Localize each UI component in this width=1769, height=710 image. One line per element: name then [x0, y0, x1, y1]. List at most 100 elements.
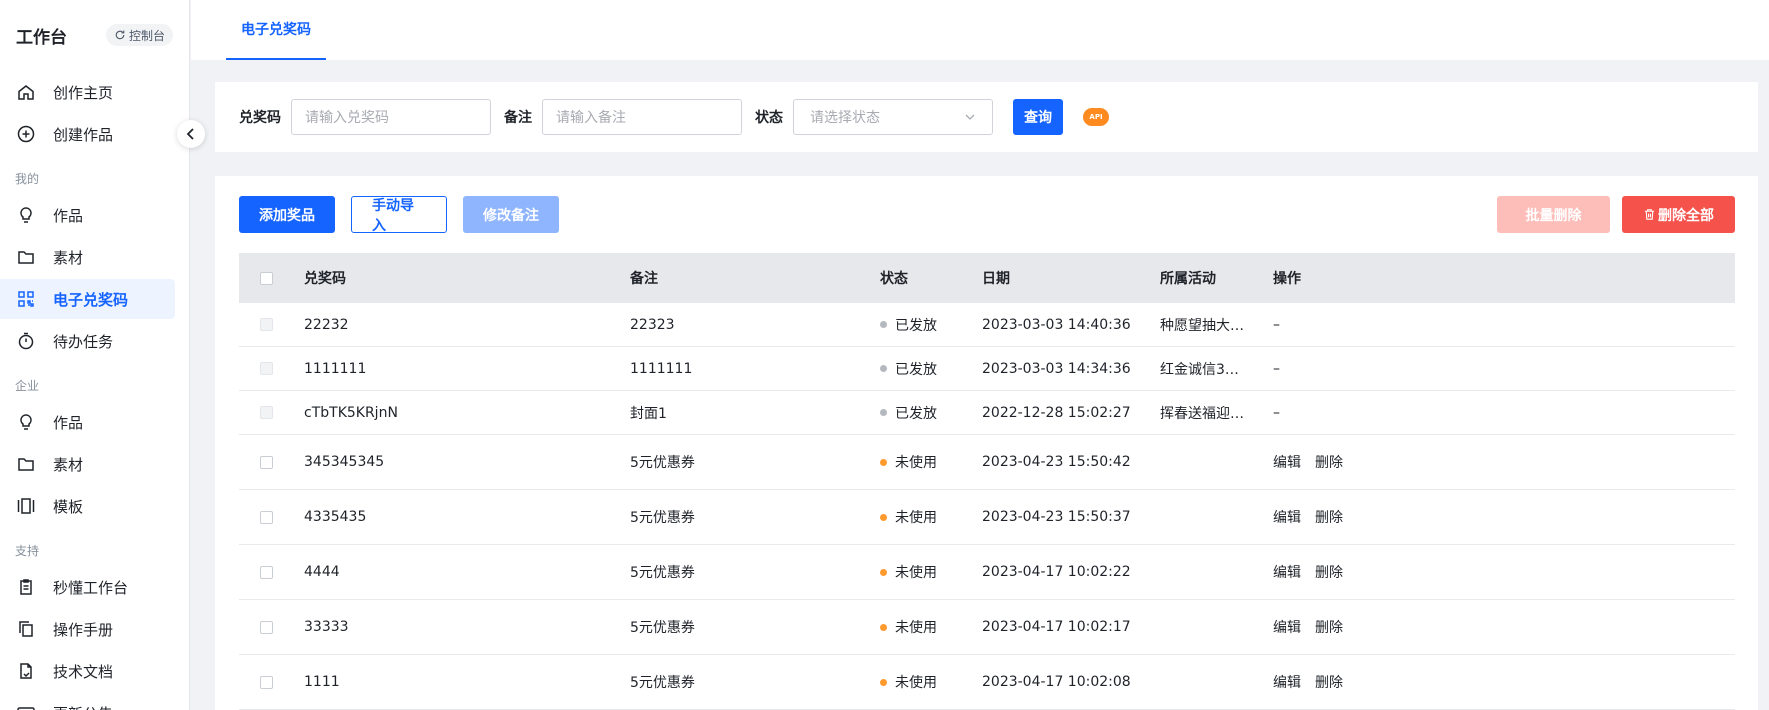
sidebar-item-top-0[interactable]: 创作主页 — [0, 72, 175, 112]
status-select[interactable]: 请选择状态 — [793, 99, 993, 135]
table-row: 1111111 1111111 已发放 2023-03-03 14:34:36 红金诚信… — [239, 347, 1735, 391]
query-button[interactable]: 查询 — [1013, 99, 1063, 135]
sidebar-group-enterprise: 企业 — [15, 379, 40, 393]
status-dot — [880, 568, 887, 576]
cell-note: 1111111 — [630, 360, 693, 377]
row-checkbox — [260, 362, 273, 375]
cell-status: 已发放 — [880, 359, 982, 379]
api-icon[interactable]: API — [1083, 108, 1109, 126]
console-button[interactable]: 控制台 — [105, 24, 173, 46]
refresh-icon — [115, 30, 125, 40]
edit-link[interactable]: 编辑 — [1273, 617, 1301, 637]
cell-activity: 红金诚信3… — [1160, 361, 1239, 378]
row-checkbox[interactable] — [260, 565, 273, 579]
redeem-code-card: 添加奖品 手动导入 修改备注 批量删除 删除全部 兑奖码 备注 状态 日期 所属… — [215, 176, 1758, 710]
edit-link[interactable]: 编辑 — [1273, 672, 1301, 692]
sidebar-item-enterprise-1[interactable]: 素材 — [0, 444, 175, 484]
status-dot — [880, 623, 887, 631]
cell-note: 5元优惠券 — [630, 510, 695, 526]
status-dot — [880, 365, 887, 372]
template-icon — [16, 496, 36, 516]
edit-link[interactable]: 编辑 — [1273, 452, 1301, 472]
timer-icon — [16, 331, 36, 351]
sidebar-item-label: 电子兑奖码 — [53, 290, 129, 309]
sidebar-item-mine-2[interactable]: 电子兑奖码 — [0, 279, 175, 319]
qrcode-icon — [16, 289, 36, 309]
sidebar-item-label: 更新公告 — [53, 703, 113, 710]
collapse-sidebar-button[interactable] — [177, 120, 205, 148]
code-filter-label: 兑奖码 — [239, 110, 281, 126]
sidebar-item-support-0[interactable]: 秒懂工作台 — [0, 567, 175, 607]
manual-import-button[interactable]: 手动导入 — [351, 196, 447, 234]
sidebar-item-support-1[interactable]: 操作手册 — [0, 609, 175, 649]
sidebar-item-mine-0[interactable]: 作品 — [0, 195, 175, 235]
table-row: cTbTK5KRjnN 封面1 已发放 2022-12-28 15:02:27 挥春送福… — [239, 391, 1735, 435]
delete-link[interactable]: 删除 — [1315, 452, 1343, 472]
doc-icon — [16, 661, 36, 681]
header-status: 状态 — [880, 271, 908, 287]
batch-delete-button[interactable]: 批量删除 — [1497, 196, 1610, 233]
sidebar-title: 工作台 — [16, 27, 67, 48]
delete-link[interactable]: 删除 — [1315, 507, 1343, 527]
header-activity: 所属活动 — [1160, 271, 1216, 287]
cell-status: 未使用 — [880, 507, 982, 527]
add-circle-icon — [16, 124, 36, 144]
delete-link[interactable]: 删除 — [1315, 562, 1343, 582]
sidebar-item-label: 操作手册 — [53, 620, 114, 639]
cell-date: 2023-04-23 15:50:42 — [982, 454, 1131, 470]
code-search-input[interactable]: 请输入兑奖码 — [291, 99, 491, 135]
header-note: 备注 — [630, 271, 658, 287]
cell-code: 33333 — [304, 619, 349, 635]
row-checkbox[interactable] — [260, 455, 273, 469]
sidebar-item-support-2[interactable]: 技术文档 — [0, 651, 175, 691]
folder-icon — [16, 247, 36, 267]
row-checkbox[interactable] — [260, 675, 273, 689]
cell-code: 1111111 — [304, 360, 367, 377]
no-op-text: – — [1273, 404, 1280, 421]
no-op-text: – — [1273, 360, 1280, 377]
cell-code: 345345345 — [304, 454, 385, 470]
select-all-checkbox[interactable] — [260, 271, 273, 285]
console-label: 控制台 — [128, 28, 165, 43]
cell-ops: 编辑 删除 — [1273, 507, 1735, 527]
sidebar-item-support-3[interactable]: 更新公告 — [0, 693, 175, 710]
delete-link[interactable]: 删除 — [1315, 672, 1343, 692]
sidebar-item-enterprise-2[interactable]: 模板 — [0, 486, 175, 526]
cell-note: 5元优惠券 — [630, 565, 695, 581]
edit-link[interactable]: 编辑 — [1273, 562, 1301, 582]
note-filter-label: 备注 — [504, 110, 532, 126]
clipboard-icon — [16, 577, 36, 597]
top-tab-bar: 电子兑奖码 — [191, 0, 1769, 60]
lightbulb-icon — [16, 412, 36, 432]
toolbar-right: 批量删除 删除全部 — [1497, 196, 1735, 233]
cell-ops: – — [1273, 361, 1735, 377]
cell-date: 2023-03-03 14:40:36 — [982, 316, 1131, 333]
sidebar-item-label: 创建作品 — [53, 125, 114, 144]
cell-note: 5元优惠券 — [630, 675, 695, 691]
sidebar-item-mine-3[interactable]: 待办任务 — [0, 321, 175, 361]
row-checkbox[interactable] — [260, 620, 273, 634]
copy-icon — [16, 619, 36, 639]
cell-activity: 挥春送福迎… — [1160, 405, 1244, 422]
code-placeholder: 请输入兑奖码 — [305, 110, 389, 126]
delete-link[interactable]: 删除 — [1315, 617, 1343, 637]
sidebar: 工作台 控制台 创作主页 创建作品 我的 作品 素材 电子兑奖码 待办任务 企业 作品 素材 模板支… — [0, 0, 190, 710]
edit-note-button[interactable]: 修改备注 — [463, 196, 559, 233]
row-checkbox[interactable] — [260, 510, 273, 524]
status-text: 未使用 — [895, 675, 937, 691]
status-text: 已发放 — [895, 361, 937, 378]
add-prize-button[interactable]: 添加奖品 — [239, 196, 335, 233]
edit-link[interactable]: 编辑 — [1273, 507, 1301, 527]
sidebar-item-top-1[interactable]: 创建作品 — [0, 114, 175, 154]
note-search-input[interactable]: 请输入备注 — [542, 99, 742, 135]
sidebar-item-mine-1[interactable]: 素材 — [0, 237, 175, 277]
tab-redeem-code[interactable]: 电子兑奖码 — [226, 0, 326, 60]
delete-all-button[interactable]: 删除全部 — [1622, 196, 1735, 233]
cell-activity: 种愿望抽大… — [1160, 317, 1244, 334]
status-text: 已发放 — [895, 317, 937, 334]
table-header: 兑奖码 备注 状态 日期 所属活动 操作 — [239, 253, 1735, 303]
sidebar-item-enterprise-0[interactable]: 作品 — [0, 402, 175, 442]
header-op: 操作 — [1273, 271, 1301, 287]
cell-status: 未使用 — [880, 562, 982, 582]
note-placeholder: 请输入备注 — [556, 110, 626, 126]
